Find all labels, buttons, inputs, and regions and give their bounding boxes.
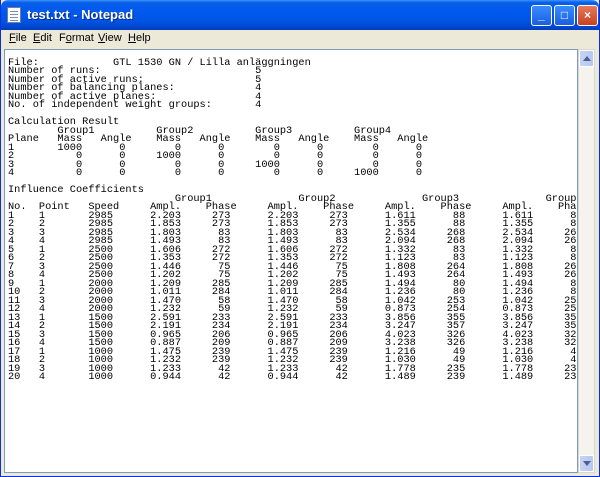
menu-format-label-b: rmat [71,32,94,44]
vertical-scrollbar[interactable] [578,49,595,473]
menu-format[interactable]: Format [59,32,94,44]
menu-file-label: ile [15,32,27,44]
minimize-button[interactable]: _ [531,5,552,26]
window-title: test.txt - Notepad [27,7,134,22]
menu-edit-label: dit [40,32,52,44]
menu-file[interactable]: File [9,32,27,44]
maximize-button[interactable]: □ [554,5,575,26]
menu-view-label: iew [105,32,122,44]
notepad-window: test.txt - Notepad _ □ × File Edit Forma… [0,0,600,477]
menu-help-accel: H [128,32,136,44]
text-editor[interactable]: File: GTL 1530 GN / Lilla anläggningen N… [4,49,578,473]
scroll-up-button[interactable] [579,50,594,67]
close-button[interactable]: × [577,5,598,26]
menu-help[interactable]: Help [128,32,151,44]
scroll-down-button[interactable] [579,455,594,472]
notepad-icon[interactable] [7,7,21,23]
chevron-up-icon [583,56,591,61]
document-text[interactable]: File: GTL 1530 GN / Lilla anläggningen N… [8,50,577,382]
title-bar[interactable]: test.txt - Notepad _ □ × [1,0,599,30]
menu-view[interactable]: View [98,32,122,44]
menu-file-accel: F [9,32,16,44]
chevron-down-icon [583,461,591,466]
menu-bar: File Edit Format View Help [1,30,599,49]
menu-edit[interactable]: Edit [33,32,52,44]
menu-format-label-a: F [59,32,66,44]
menu-help-label: elp [135,32,151,44]
